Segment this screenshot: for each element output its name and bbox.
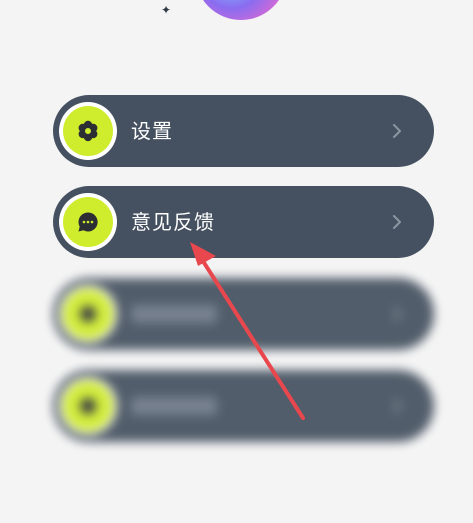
annotation-arrow xyxy=(190,242,305,420)
